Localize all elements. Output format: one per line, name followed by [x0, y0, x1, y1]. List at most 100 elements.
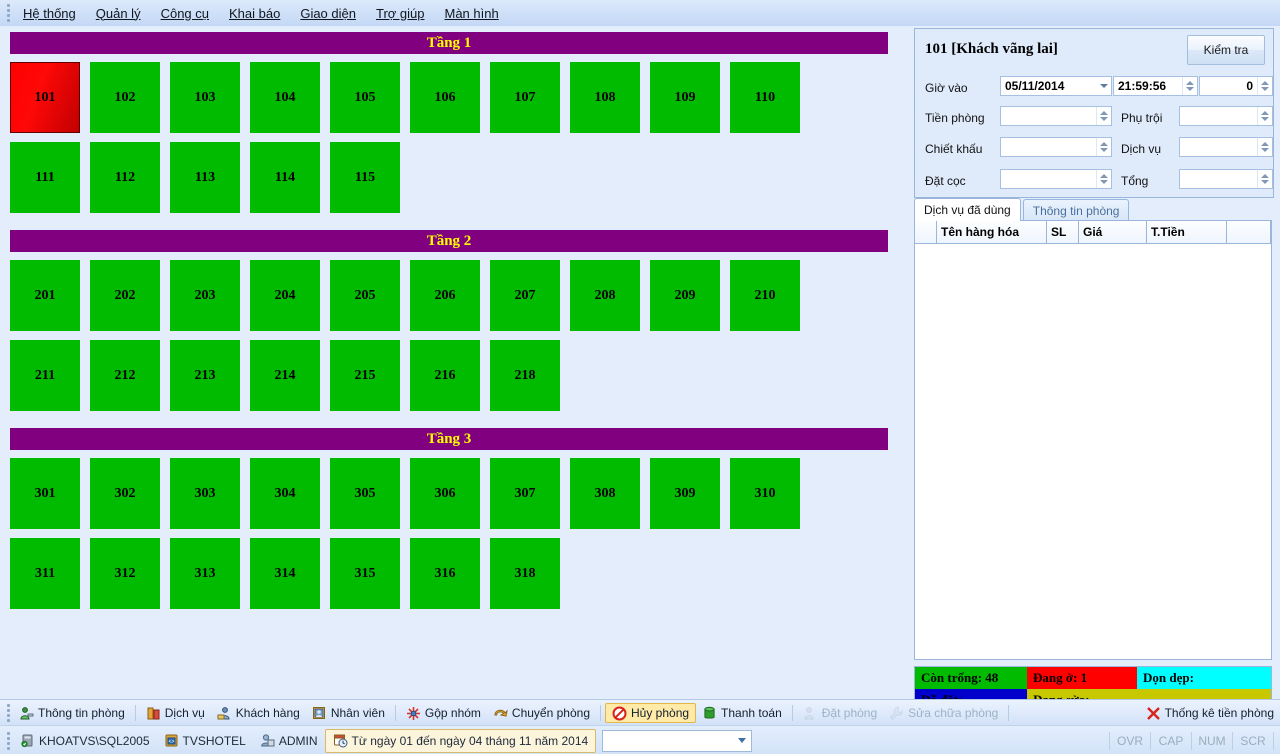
room-cell-212[interactable]: 212 [90, 340, 160, 411]
room-price-field[interactable] [1000, 106, 1112, 126]
room-cell-304[interactable]: 304 [250, 458, 320, 529]
toolbar-button-customer[interactable]: Khách hàng [211, 703, 306, 723]
status-server[interactable]: KHOATVS\SQL2005 [13, 730, 157, 752]
room-cell-206[interactable]: 206 [410, 260, 480, 331]
room-cell-115[interactable]: 115 [330, 142, 400, 213]
statusbar-drag-handle[interactable] [3, 731, 13, 750]
room-cell-318[interactable]: 318 [490, 538, 560, 609]
toolbar-button-cancel[interactable]: Hủy phòng [605, 703, 697, 723]
room-cell-102[interactable]: 102 [90, 62, 160, 133]
discount-field[interactable] [1000, 137, 1112, 157]
room-cell-107[interactable]: 107 [490, 62, 560, 133]
room-cell-202[interactable]: 202 [90, 260, 160, 331]
chevron-down-icon[interactable] [1096, 77, 1111, 95]
room-cell-312[interactable]: 312 [90, 538, 160, 609]
grid-column-header-2[interactable]: SL [1047, 221, 1079, 243]
menu-item-quan-ly[interactable]: Quản lý [86, 3, 151, 24]
toolbar-button-service[interactable]: Dịch vụ [140, 703, 211, 723]
toolbar-button-payment[interactable]: Thanh toán [696, 703, 788, 723]
toolbar-button-merge[interactable]: Gộp nhóm [400, 703, 487, 723]
menu-item-khai-bao[interactable]: Khai báo [219, 3, 290, 24]
room-cell-310[interactable]: 310 [730, 458, 800, 529]
status-flag-num[interactable]: NUM [1191, 731, 1232, 750]
status-flag-ovr[interactable]: OVR [1109, 731, 1150, 750]
service-field[interactable] [1179, 137, 1273, 157]
room-cell-108[interactable]: 108 [570, 62, 640, 133]
tab-thong-tin-phong[interactable]: Thông tin phòng [1022, 199, 1130, 221]
room-cell-101[interactable]: 101 [10, 62, 80, 133]
toolbar-button-staff[interactable]: Nhân viên [306, 703, 391, 723]
status-user[interactable]: ADMIN [253, 730, 325, 752]
room-cell-302[interactable]: 302 [90, 458, 160, 529]
room-cell-314[interactable]: 314 [250, 538, 320, 609]
room-cell-210[interactable]: 210 [730, 260, 800, 331]
menu-item-man-hinh[interactable]: Màn hình [435, 3, 509, 24]
room-cell-211[interactable]: 211 [10, 340, 80, 411]
room-cell-112[interactable]: 112 [90, 142, 160, 213]
room-cell-114[interactable]: 114 [250, 142, 320, 213]
room-cell-113[interactable]: 113 [170, 142, 240, 213]
guest-count-spinner[interactable] [1257, 77, 1272, 95]
guest-count-field[interactable]: 0 [1199, 76, 1273, 96]
time-in-field[interactable]: 21:59:56 [1113, 76, 1198, 96]
room-cell-209[interactable]: 209 [650, 260, 720, 331]
tab-dich-vu-da-dung[interactable]: Dịch vụ đã dùng [914, 198, 1021, 221]
room-cell-213[interactable]: 213 [170, 340, 240, 411]
room-cell-216[interactable]: 216 [410, 340, 480, 411]
deposit-spinner[interactable] [1096, 170, 1111, 188]
status-combo[interactable] [602, 729, 753, 752]
menu-item-he-thong[interactable]: Hệ thống [13, 3, 86, 24]
room-cell-215[interactable]: 215 [330, 340, 400, 411]
room-price-spinner[interactable] [1096, 107, 1111, 125]
room-cell-109[interactable]: 109 [650, 62, 720, 133]
room-cell-313[interactable]: 313 [170, 538, 240, 609]
total-field[interactable] [1179, 169, 1273, 189]
room-cell-303[interactable]: 303 [170, 458, 240, 529]
room-cell-301[interactable]: 301 [10, 458, 80, 529]
status-date-range[interactable]: Từ ngày 01 đến ngày 04 tháng 11 năm 2014 [324, 728, 597, 753]
status-flag-cap[interactable]: CAP [1150, 731, 1191, 750]
room-cell-110[interactable]: 110 [730, 62, 800, 133]
room-cell-203[interactable]: 203 [170, 260, 240, 331]
grid-column-header-4[interactable]: T.Tiền [1147, 221, 1227, 243]
room-cell-305[interactable]: 305 [330, 458, 400, 529]
grid-column-header-3[interactable]: Giá [1079, 221, 1147, 243]
status-database[interactable]: <> TVSHOTEL [157, 730, 253, 752]
discount-spinner[interactable] [1096, 138, 1111, 156]
room-cell-201[interactable]: 201 [10, 260, 80, 331]
room-cell-315[interactable]: 315 [330, 538, 400, 609]
room-cell-103[interactable]: 103 [170, 62, 240, 133]
room-cell-208[interactable]: 208 [570, 260, 640, 331]
service-spinner[interactable] [1257, 138, 1272, 156]
deposit-field[interactable] [1000, 169, 1112, 189]
service-grid[interactable]: Tên hàng hóa SL Giá T.Tiền [914, 220, 1272, 660]
room-cell-309[interactable]: 309 [650, 458, 720, 529]
toolbar-button-transfer[interactable]: Chuyển phòng [487, 703, 596, 723]
room-cell-308[interactable]: 308 [570, 458, 640, 529]
total-spinner[interactable] [1257, 170, 1272, 188]
surcharge-spinner[interactable] [1257, 107, 1272, 125]
menu-item-tro-giup[interactable]: Trợ giúp [366, 3, 435, 24]
menu-item-giao-dien[interactable]: Giao diện [290, 3, 366, 24]
chevron-down-icon[interactable] [738, 738, 747, 743]
room-cell-316[interactable]: 316 [410, 538, 480, 609]
room-cell-105[interactable]: 105 [330, 62, 400, 133]
toolbar-button-room-info[interactable]: Thông tin phòng [13, 703, 131, 723]
room-cell-104[interactable]: 104 [250, 62, 320, 133]
check-button[interactable]: Kiểm tra [1187, 35, 1265, 65]
toolbar-drag-handle[interactable] [3, 704, 13, 722]
toolbar-button-statistics[interactable]: Thống kê tiền phòng [1140, 703, 1280, 723]
date-in-field[interactable]: 05/11/2014 [1000, 76, 1112, 96]
grid-column-header-0[interactable] [915, 221, 937, 243]
menu-drag-handle[interactable] [3, 4, 13, 22]
room-cell-311[interactable]: 311 [10, 538, 80, 609]
room-cell-106[interactable]: 106 [410, 62, 480, 133]
time-spinner[interactable] [1182, 77, 1197, 95]
grid-column-header-1[interactable]: Tên hàng hóa [937, 221, 1047, 243]
room-cell-207[interactable]: 207 [490, 260, 560, 331]
room-cell-205[interactable]: 205 [330, 260, 400, 331]
room-cell-214[interactable]: 214 [250, 340, 320, 411]
status-flag-scr[interactable]: SCR [1232, 731, 1274, 750]
menu-item-cong-cu[interactable]: Công cụ [151, 3, 219, 24]
room-cell-111[interactable]: 111 [10, 142, 80, 213]
